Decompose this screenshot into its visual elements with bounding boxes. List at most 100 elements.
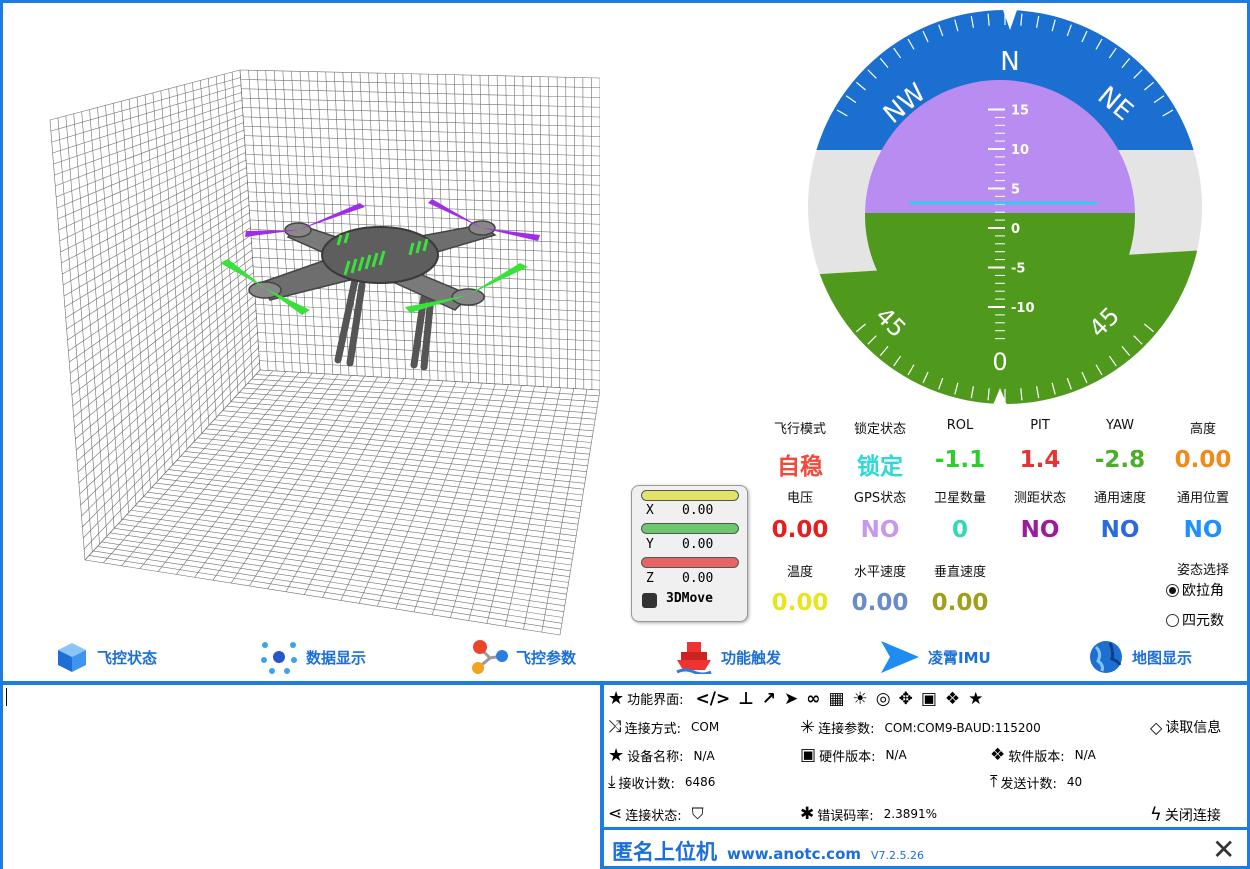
connect-method-value: COM [691,720,720,734]
telemetry-value-row1-5: 0.00 [1174,447,1232,473]
x-label: X [646,503,654,518]
read-info-button[interactable]: ◇ 读取信息 [1150,717,1221,737]
y-label: Y [646,537,654,552]
error-rate-row: ✱ 错误码率: 2.3891% [800,804,937,824]
attitude-radio-1[interactable]: 四元数 [1166,610,1224,630]
bolt-icon: ϟ [1150,804,1162,825]
x-value: 0.00 [682,503,714,518]
star-icon: ★ [608,745,625,766]
molecule-icon [472,640,508,674]
y-bar [641,523,739,534]
dropbox-icon[interactable]: ❖ [945,689,960,709]
close-icon[interactable]: ✕ [1212,836,1235,864]
sw-version-row: ❖ 软件版本: N/A [990,745,1096,765]
3dmove-label: 3DMove [666,591,713,606]
ship-icon [676,642,712,674]
brand-name: 匿名上位机 [612,840,717,864]
device-name-value: N/A [693,748,715,763]
tx-count-label: 发送计数: [1000,776,1057,792]
telemetry-label-row2-5: 通用位置 [1176,491,1229,506]
sitemap-icon[interactable]: ⊥ [738,689,754,709]
xyz-panel: X 0.00 Y 0.00 Z 0.00 3DMove [631,485,748,622]
shuffle-icon: ⤨ [608,717,622,737]
chip-icon: ▣ [800,745,817,765]
connect-method-label: 连接方式: [624,721,681,737]
attitude-select-label: 姿态选择 [1176,563,1229,578]
telemetry-value-row3-2: 0.00 [931,590,989,616]
connect-params-value: COM:COM9-BAUD:115200 [884,720,1041,735]
brand-bar: 匿名上位机 www.anotc.com V7.2.5.26 [612,836,924,866]
network-icon [261,642,297,674]
asterisk-icon: ✳ [800,717,816,738]
tx-count-value: 40 [1066,775,1083,789]
bug-icon: ✱ [800,804,815,824]
console-output[interactable] [3,685,600,869]
connect-params-label: 连接参数: [818,722,875,737]
z-label: Z [646,571,654,586]
brand-url[interactable]: www.anotc.com [727,845,861,863]
telemetry-value-row2-2: 0 [951,517,968,543]
send-icon[interactable]: ➤ [784,689,798,709]
telemetry-value-row2-1: NO [860,517,900,543]
z-value: 0.00 [682,571,714,586]
diamond-icon: ◇ [1150,717,1163,737]
shield-check-icon: ⛉ [691,804,704,823]
telemetry-label-row3-2: 垂直速度 [933,565,986,580]
dropbox-icon: ❖ [990,745,1006,765]
chip-icon[interactable]: ▣ [921,689,937,709]
attitude-radio-0[interactable]: 欧拉角 [1166,580,1224,600]
globe-icon [1090,641,1122,673]
error-rate-label: 错误码率: [817,808,874,824]
nav-flight-status[interactable]: 飞控状态 [55,637,157,677]
radio-dot [1166,613,1179,627]
telemetry-label-row1-2: ROL [946,418,974,433]
nav-flight-params[interactable]: 飞控参数 [470,637,576,677]
brand-version: V7.2.5.26 [871,849,925,862]
move-icon[interactable]: ✥ [899,689,913,709]
link-icon[interactable]: ∞ [806,689,820,709]
tx-count-row: ⤒ 发送计数: 40 [990,772,1082,792]
telemetry-label-row1-0: 飞行模式 [773,422,826,437]
roll-zero-label: 0 [992,348,1007,376]
grid-icon[interactable]: ▦ [828,689,844,709]
compass-n-label: N [1000,47,1019,77]
pitch-tick-label: 15 [1011,104,1029,119]
star-tool-icon[interactable]: ★ [968,689,983,709]
vertical-divider [600,685,604,869]
pitch-tick-label: -5 [1011,262,1025,277]
text-caret [6,688,7,706]
aperture-icon[interactable]: ◎ [876,689,891,709]
upload-icon: ⤒ [990,772,998,792]
pitch-tick-label: -10 [1011,301,1035,316]
rx-count-row: ⤓ 接收计数: 6486 [608,772,715,792]
function-toolbar: ★ 功能界面: </> ⊥ ↗ ➤ ∞ ▦ ☀ ◎ ✥ ▣ ❖ ★ [608,688,983,709]
3dmove-checkbox[interactable] [642,593,657,608]
nav-function-trigger[interactable]: 功能触发 [675,637,781,677]
sun-icon[interactable]: ☀ [853,689,868,709]
nav-data-display[interactable]: 数据显示 [260,637,366,677]
device-name-label: 设备名称: [627,750,684,765]
telemetry-value-row2-0: 0.00 [771,517,829,543]
telemetry-label-row1-3: PIT [1030,418,1050,433]
share-icon: ⋖ [608,804,623,824]
telemetry-value-row3-1: 0.00 [851,590,909,616]
nav-imu[interactable]: 凌霄IMU [880,637,991,677]
hw-version-row: ▣ 硬件版本: N/A [800,745,907,765]
drone-model [220,199,540,371]
nav-data-display-label: 数据显示 [306,648,367,667]
telemetry-label-row3-0: 温度 [786,565,813,580]
close-connection-button[interactable]: ϟ 关闭连接 [1150,804,1221,825]
nav-map-display[interactable]: 地图显示 [1088,637,1192,677]
telemetry-value-row2-3: NO [1020,517,1060,543]
connect-params-row: ✳ 连接参数: COM:COM9-BAUD:115200 [800,717,1041,738]
telemetry-label-row1-5: 高度 [1189,422,1216,437]
download-icon: ⤓ [608,772,616,792]
telemetry-value-row1-0: 自稳 [777,454,823,480]
attitude-radio-label: 四元数 [1182,613,1224,629]
code-icon[interactable]: </> [696,689,731,709]
pitch-tick-label: 5 [1011,183,1020,198]
pitch-tick-label: 0 [1011,222,1020,237]
telemetry-label-row2-1: GPS状态 [853,491,907,506]
z-bar [641,557,739,568]
chart-icon[interactable]: ↗ [762,689,776,709]
